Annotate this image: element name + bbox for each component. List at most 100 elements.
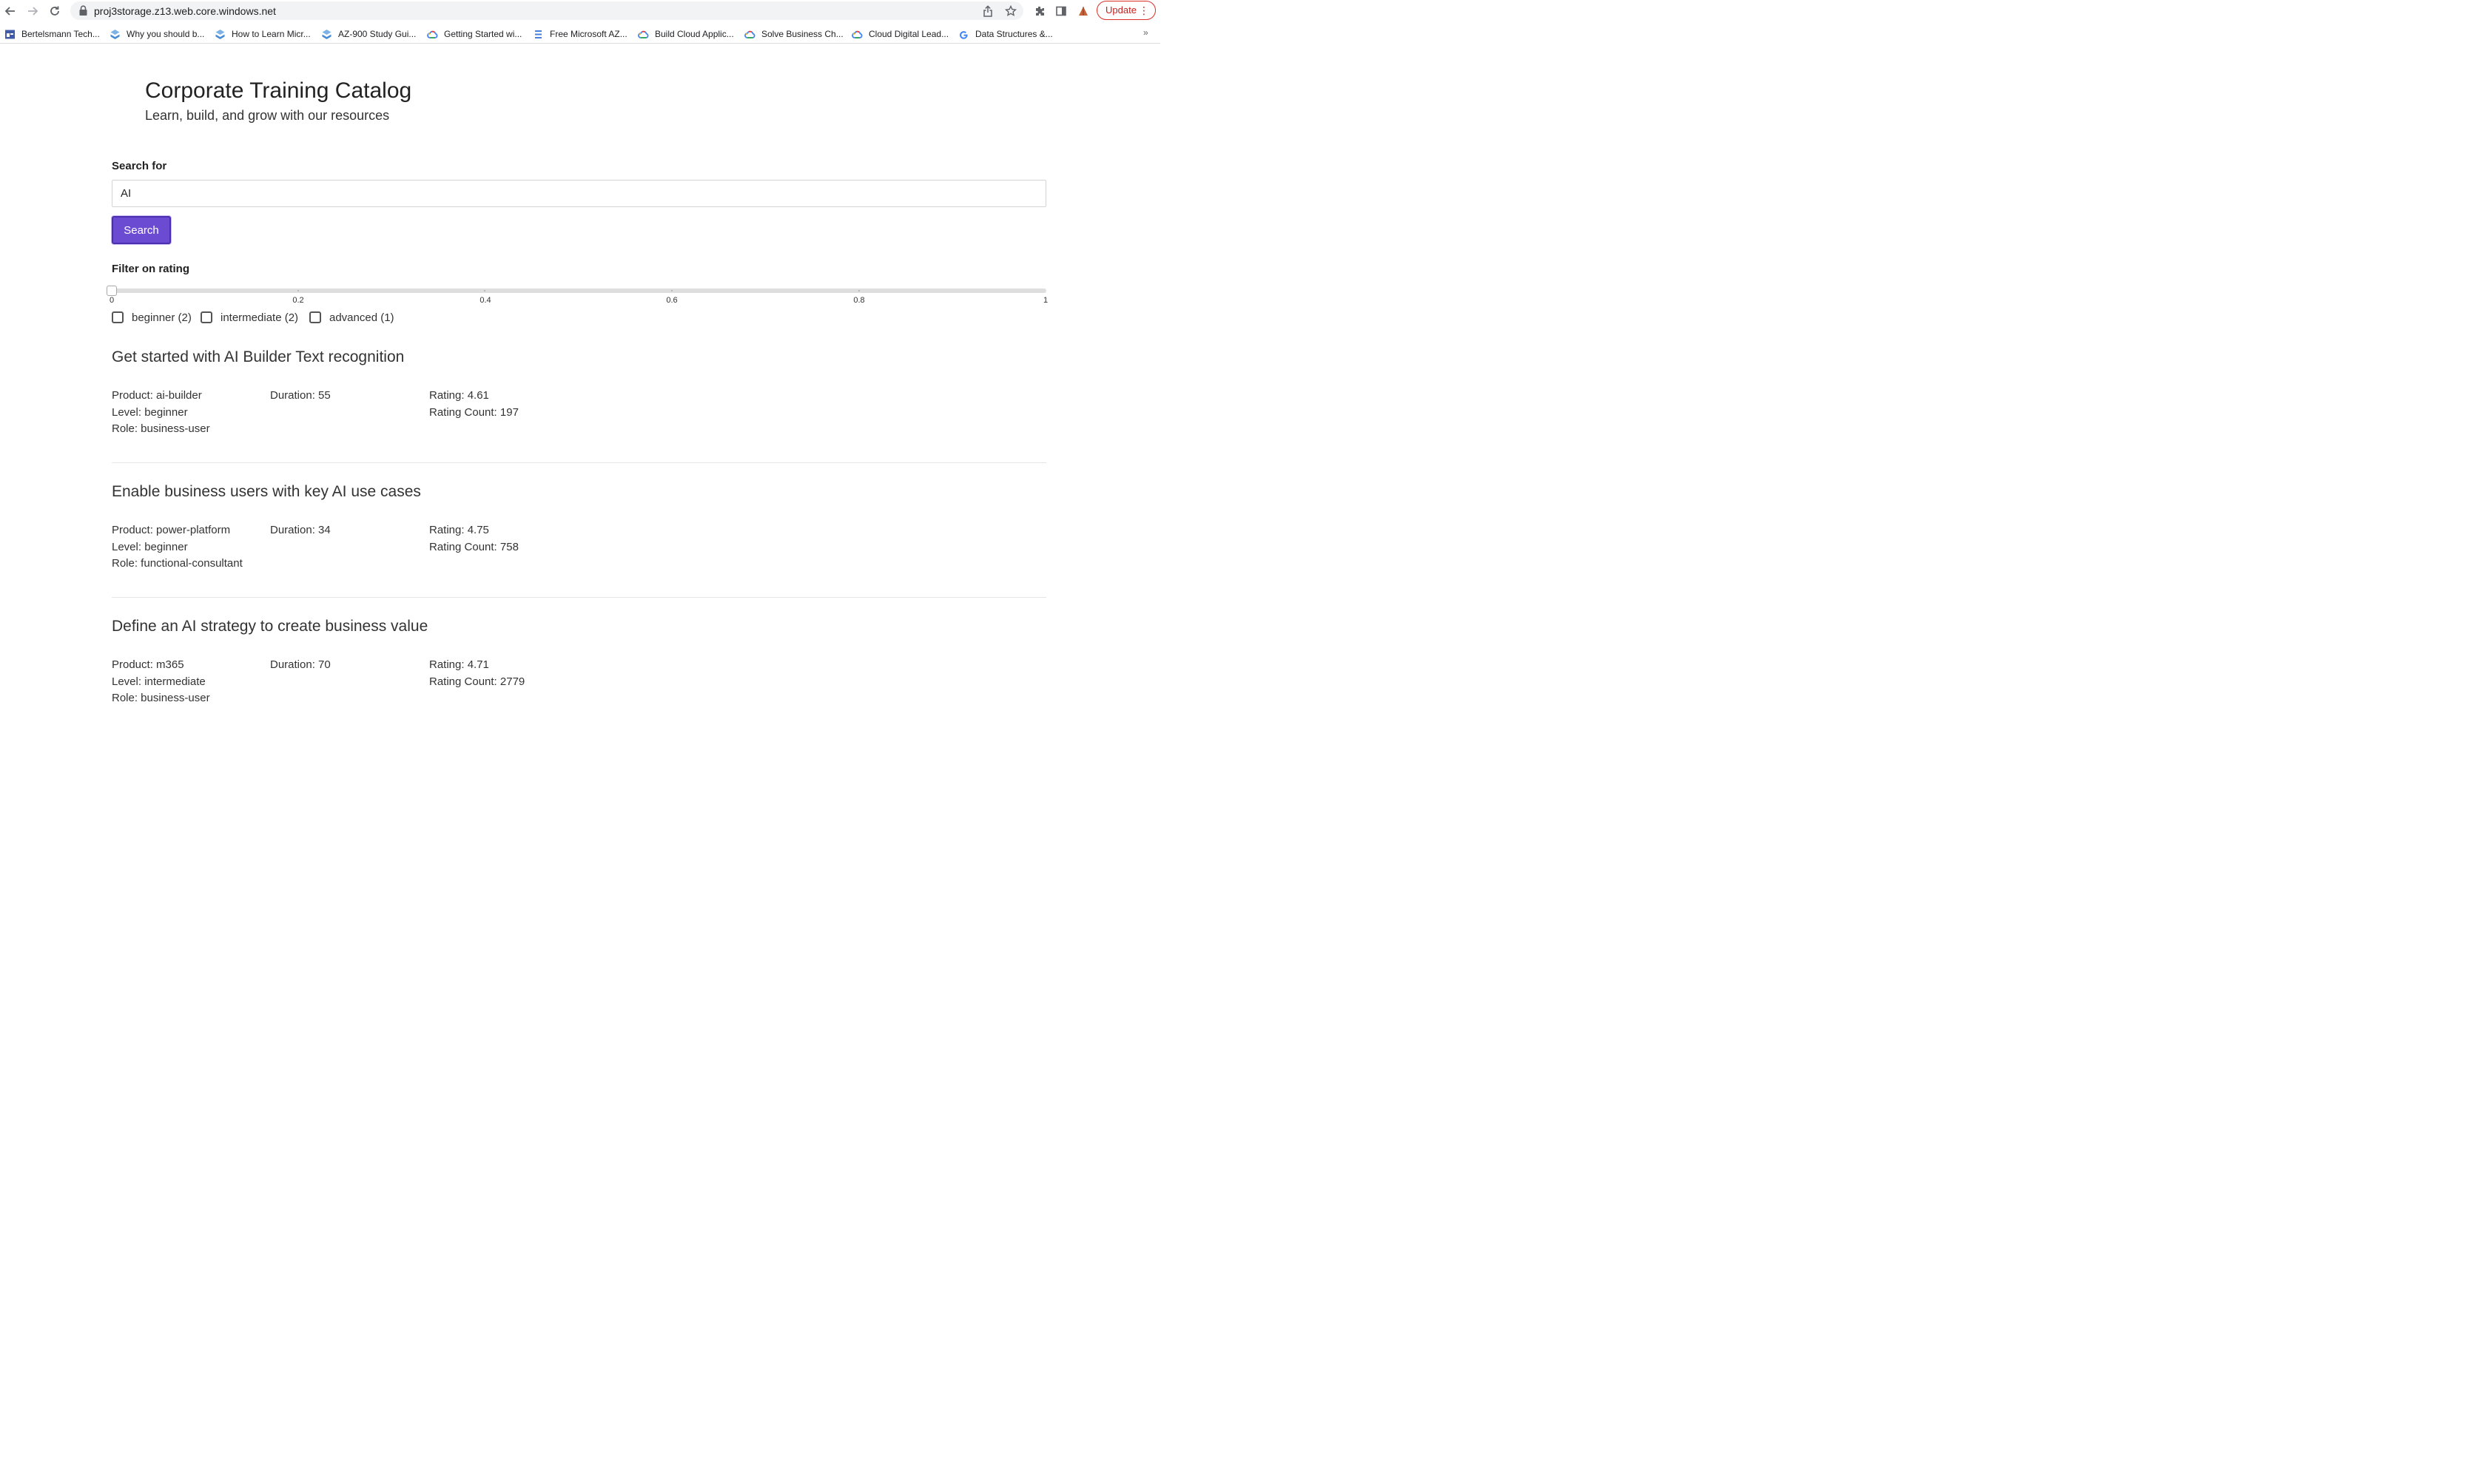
level-filter-intermediate[interactable]: intermediate (2) xyxy=(201,310,298,325)
result-ratings: Rating: 4.61 Rating Count: 197 xyxy=(429,388,519,421)
bookmark-item[interactable]: Why you should b... xyxy=(110,27,204,41)
rating-slider-track[interactable] xyxy=(112,289,1046,293)
advanced-checkbox-label: advanced (1) xyxy=(329,311,394,324)
rating-slider-handle[interactable] xyxy=(107,286,117,296)
bookmark-label: Solve Business Ch... xyxy=(761,29,844,39)
slider-tick-label: 0.6 xyxy=(666,296,678,305)
result-duration: Duration: 55 xyxy=(270,389,331,402)
result-product-level-role: Product: ai-builder Level: beginner Role… xyxy=(112,388,210,438)
page-title: Corporate Training Catalog xyxy=(145,78,412,103)
result-product: Product: power-platform xyxy=(112,524,231,536)
level-filter-advanced[interactable]: advanced (1) xyxy=(309,310,394,325)
profile-avatar-icon[interactable] xyxy=(1075,3,1091,19)
bookmark-label: Why you should b... xyxy=(127,29,205,39)
google-cloud-icon xyxy=(852,29,863,40)
bookmark-label: Cloud Digital Lead... xyxy=(869,29,949,39)
result-product-level-role: Product: power-platform Level: beginner … xyxy=(112,522,243,573)
result-role: Role: functional-consultant xyxy=(112,557,243,570)
slider-tick-label: 0.2 xyxy=(292,296,304,305)
result-divider xyxy=(112,462,1046,463)
reload-icon[interactable] xyxy=(46,2,64,20)
result-role: Role: business-user xyxy=(112,422,210,435)
filter-rating-label: Filter on rating xyxy=(112,263,189,275)
result-title: Get started with AI Builder Text recogni… xyxy=(112,348,405,365)
beginner-checkbox-label: beginner (2) xyxy=(132,311,192,324)
search-input[interactable] xyxy=(112,180,1046,207)
ms-learn-icon xyxy=(215,29,226,40)
forward-arrow-icon[interactable] xyxy=(24,2,41,20)
google-cloud-icon xyxy=(744,29,756,40)
result-level: Level: beginner xyxy=(112,405,188,419)
result-role: Role: business-user xyxy=(112,692,210,704)
bookmark-item[interactable]: Data Structures &... xyxy=(958,27,1053,41)
slider-tick-label: 0.4 xyxy=(479,296,491,305)
result-ratings: Rating: 4.71 Rating Count: 2779 xyxy=(429,657,525,690)
result-rating: Rating: 4.61 xyxy=(429,389,489,402)
kebab-menu-icon[interactable]: ⋮ xyxy=(1139,1,1149,19)
ms-learn-icon xyxy=(110,29,121,40)
intermediate-checkbox[interactable] xyxy=(201,311,212,323)
slider-tick-label: 1 xyxy=(1043,296,1049,305)
result-level: Level: intermediate xyxy=(112,675,206,688)
result-rating: Rating: 4.75 xyxy=(429,524,489,536)
slider-tick-label: 0.8 xyxy=(853,296,865,305)
result-title: Enable business users with key AI use ca… xyxy=(112,483,421,500)
lock-icon xyxy=(78,5,90,16)
bookmark-star-icon[interactable] xyxy=(1003,4,1018,18)
result-duration: Duration: 70 xyxy=(270,658,331,671)
beginner-checkbox[interactable] xyxy=(112,311,124,323)
side-panel-icon[interactable] xyxy=(1053,3,1069,19)
slider-tick xyxy=(671,290,673,291)
bookmark-item[interactable]: Bertelsmann Tech... xyxy=(4,27,100,41)
bookmark-label: Free Microsoft AZ... xyxy=(550,29,627,39)
search-button[interactable]: Search xyxy=(112,216,171,244)
slider-tick xyxy=(297,290,299,291)
bookmark-label: How to Learn Micr... xyxy=(232,29,311,39)
google-cloud-icon xyxy=(427,29,438,40)
result-divider xyxy=(112,597,1046,598)
bookmark-item[interactable]: AZ-900 Study Gui... xyxy=(321,27,416,41)
doc-lines-icon xyxy=(533,29,544,40)
bookmarks-overflow-chevron-icon[interactable]: » xyxy=(1143,27,1148,38)
bookmark-item[interactable]: Solve Business Ch... xyxy=(744,27,844,41)
page-subtitle: Learn, build, and grow with our resource… xyxy=(145,108,390,123)
update-button[interactable]: Update ⋮ xyxy=(1097,1,1156,20)
result-product: Product: m365 xyxy=(112,658,184,671)
bookmark-item[interactable]: Cloud Digital Lead... xyxy=(852,27,949,41)
result-level: Level: beginner xyxy=(112,540,188,553)
slider-tick xyxy=(484,290,485,291)
bookmark-item[interactable]: Build Cloud Applic... xyxy=(638,27,734,41)
bookmark-item[interactable]: How to Learn Micr... xyxy=(215,27,311,41)
share-icon[interactable] xyxy=(980,4,995,18)
update-button-label: Update xyxy=(1106,4,1137,16)
advanced-checkbox[interactable] xyxy=(309,311,321,323)
google-cloud-icon xyxy=(638,29,649,40)
level-filter-beginner[interactable]: beginner (2) xyxy=(112,310,192,325)
result-title: Define an AI strategy to create business… xyxy=(112,618,428,635)
bookmark-label: Data Structures &... xyxy=(975,29,1053,39)
bookmark-label: AZ-900 Study Gui... xyxy=(338,29,417,39)
address-bar[interactable]: proj3storage.z13.web.core.windows.net xyxy=(70,1,1023,20)
browser-toolbar: proj3storage.z13.web.core.windows.net Up… xyxy=(0,0,1160,22)
intermediate-checkbox-label: intermediate (2) xyxy=(221,311,299,324)
bookmark-label: Bertelsmann Tech... xyxy=(21,29,100,39)
result-product: Product: ai-builder xyxy=(112,389,202,402)
result-rating-count: Rating Count: 758 xyxy=(429,540,519,553)
extensions-puzzle-icon[interactable] xyxy=(1032,3,1048,19)
url-text: proj3storage.z13.web.core.windows.net xyxy=(94,5,276,17)
slider-tick xyxy=(858,290,860,291)
back-arrow-icon[interactable] xyxy=(1,2,19,20)
google-g-icon xyxy=(958,29,969,40)
result-ratings: Rating: 4.75 Rating Count: 758 xyxy=(429,522,519,556)
bookmarks-bar: Bertelsmann Tech... Why you should b... … xyxy=(0,25,1160,44)
bookmark-item[interactable]: Free Microsoft AZ... xyxy=(533,27,627,41)
search-label: Search for xyxy=(112,160,167,172)
bookmark-item[interactable]: Getting Started wi... xyxy=(427,27,522,41)
bookmark-label: Getting Started wi... xyxy=(444,29,522,39)
ms-learn-icon xyxy=(321,29,332,40)
result-rating: Rating: 4.71 xyxy=(429,658,489,671)
slider-tick-label: 0 xyxy=(109,296,115,305)
result-duration: Duration: 34 xyxy=(270,524,331,536)
result-product-level-role: Product: m365 Level: intermediate Role: … xyxy=(112,657,210,707)
calendar-icon xyxy=(4,29,16,40)
